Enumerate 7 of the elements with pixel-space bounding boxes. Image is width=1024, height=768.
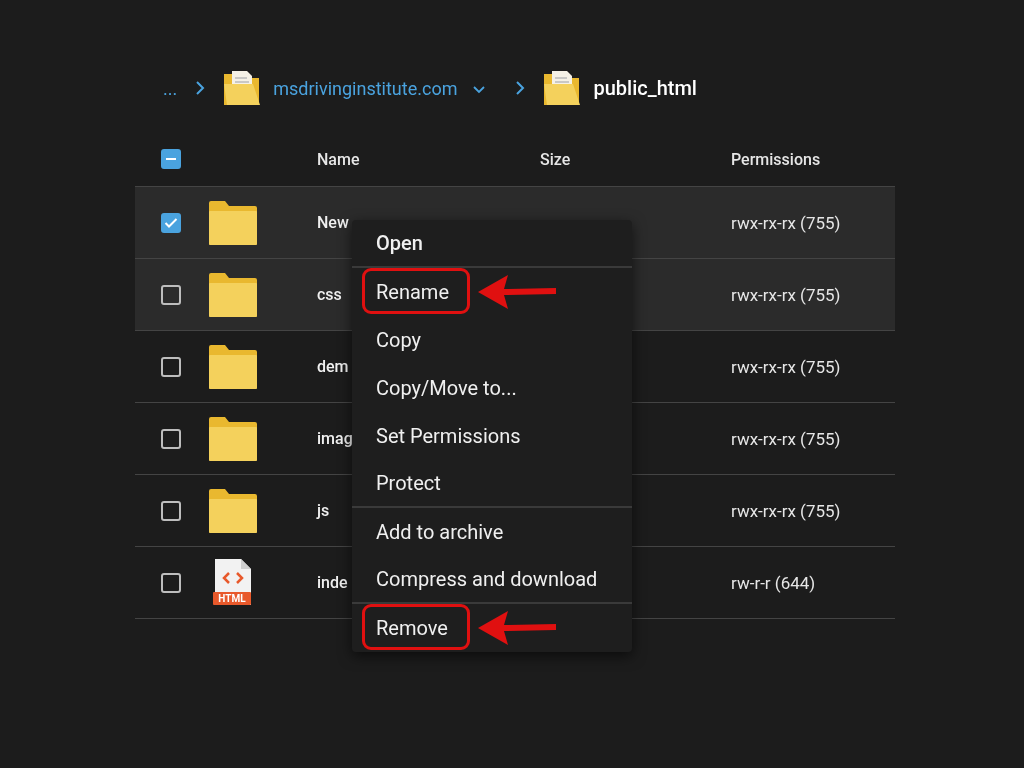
permissions-text: rw-r-r (644) [731,572,816,593]
permissions-text: rwx-rx-rx (755) [731,284,841,305]
permissions-text: rwx-rx-rx (755) [731,500,841,521]
permissions-text: rwx-rx-rx (755) [731,428,841,449]
permissions-text: rwx-rx-rx (755) [731,356,841,377]
permissions-text: rwx-rx-rx (755) [731,212,841,233]
html-file-icon: HTML [213,558,253,607]
